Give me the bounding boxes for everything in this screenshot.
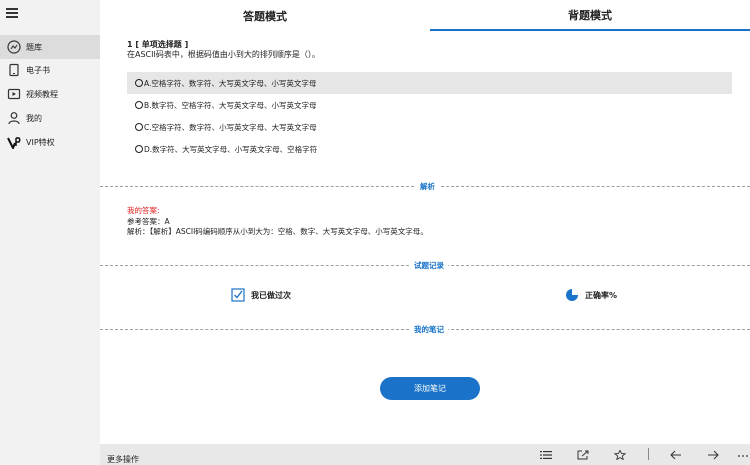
sidebar-item-label: 我的 xyxy=(26,113,42,123)
share-icon[interactable] xyxy=(577,450,589,460)
mode-tabbar: 答题模式 背题模式 xyxy=(100,0,750,31)
sidebar-item-label: 电子书 xyxy=(26,65,50,75)
more-ellipsis-icon[interactable] xyxy=(737,450,749,460)
checkbox-icon xyxy=(231,288,245,302)
more-operations-label[interactable]: 更多操作 xyxy=(107,454,139,465)
option-text: C.空格字符、数字符、小写英文字母、大写英文字母 xyxy=(144,122,317,132)
done-count-text: 我已做过次 xyxy=(251,290,291,300)
toolbar-separator xyxy=(648,448,649,460)
notes-section-title: 我的笔记 xyxy=(410,324,448,335)
radio-icon xyxy=(135,101,143,109)
option-d[interactable]: D.数字符、大写英文字母、小写英文字母、空格字符 xyxy=(127,138,732,160)
option-text: A.空格字符、数字符、大写英文字母、小写英文字母 xyxy=(144,78,317,88)
sidebar-item-question-bank[interactable]: 题库 xyxy=(0,35,100,59)
question-bank-icon xyxy=(7,40,21,54)
user-icon xyxy=(8,112,20,125)
arrow-right-icon[interactable] xyxy=(707,450,719,460)
sidebar-item-label: VIP特权 xyxy=(26,137,55,147)
sidebar-item-label: 题库 xyxy=(26,42,42,52)
sidebar-item-video[interactable]: 视频教程 xyxy=(0,82,100,106)
my-answer-label: 我的答案: xyxy=(127,206,160,215)
arrow-left-icon[interactable] xyxy=(670,450,682,460)
tab-recite-mode[interactable]: 背题模式 xyxy=(430,0,750,31)
sidebar: 题库 电子书 视频教程 我的 VIP特权 xyxy=(0,0,100,465)
sidebar-item-ebook[interactable]: 电子书 xyxy=(0,58,100,82)
option-c[interactable]: C.空格字符、数字符、小写英文字母、大写英文字母 xyxy=(127,116,732,138)
done-record: 我已做过次 xyxy=(231,288,291,302)
vip-icon xyxy=(7,137,21,149)
pie-chart-icon xyxy=(566,289,578,301)
video-icon xyxy=(7,88,21,100)
sidebar-item-vip[interactable]: VIP特权 xyxy=(0,130,100,154)
option-text: D.数字符、大写英文字母、小写英文字母、空格字符 xyxy=(144,144,318,154)
sidebar-item-mine[interactable]: 我的 xyxy=(0,106,100,130)
accuracy-text: 正确率% xyxy=(585,290,618,300)
accuracy-record: 正确率% xyxy=(565,288,617,302)
record-section-title: 试题记录 xyxy=(410,260,448,271)
tab-answer-mode[interactable]: 答题模式 xyxy=(100,0,430,31)
option-b[interactable]: B.数字符、空格字符、大写英文字母、小写英文字母 xyxy=(127,94,732,116)
option-text: B.数字符、空格字符、大写英文字母、小写英文字母 xyxy=(144,100,317,110)
analysis-section-title: 解析 xyxy=(416,181,439,192)
list-icon[interactable] xyxy=(540,450,552,460)
star-icon[interactable] xyxy=(614,450,626,460)
bottom-toolbar: 更多操作 xyxy=(100,444,750,465)
radio-icon xyxy=(135,123,143,131)
ebook-icon xyxy=(9,63,19,77)
question-text: 在ASCII码表中，根据码值由小到大的排列顺序是（）。 xyxy=(127,50,320,59)
radio-icon xyxy=(135,145,143,153)
app-window: 题库 电子书 视频教程 我的 VIP特权 答题模式 背题模式 1 [单项选择题… xyxy=(0,0,750,465)
option-a[interactable]: A.空格字符、数字符、大写英文字母、小写英文字母 xyxy=(127,72,732,94)
add-note-button[interactable]: 添加笔记 xyxy=(380,377,480,400)
analysis-text: 解析：【解析】ASCII码编码顺序从小到大为：空格、数字、大写英文字母、小写英文… xyxy=(127,227,428,236)
radio-icon xyxy=(135,79,143,87)
hamburger-menu-icon[interactable] xyxy=(6,8,18,18)
sidebar-item-label: 视频教程 xyxy=(26,89,58,99)
